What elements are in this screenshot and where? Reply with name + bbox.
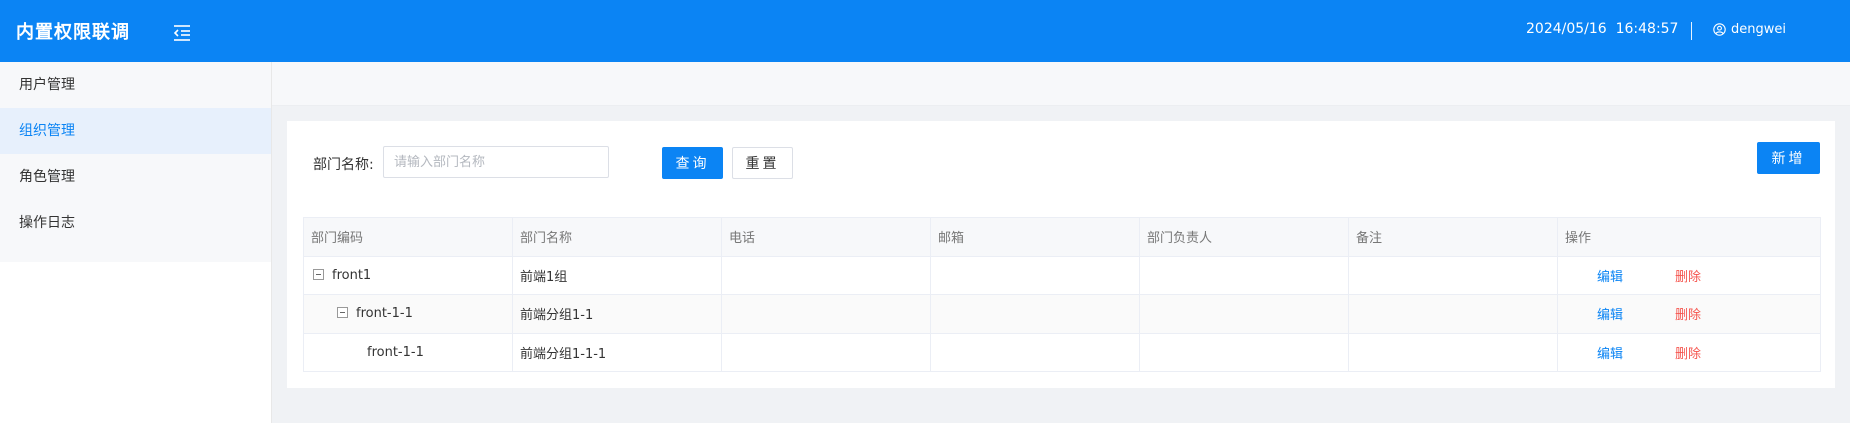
sidebar-item-org-management[interactable]: 组织管理 xyxy=(0,108,271,154)
tabs-bar xyxy=(272,62,1850,106)
table-header-row: 部门编码 部门名称 电话 邮箱 部门负责人 备注 操作 xyxy=(303,217,1821,257)
cell-leader xyxy=(1139,255,1349,295)
cell-code: front-1-1 xyxy=(303,294,513,334)
col-header-phone: 电话 xyxy=(721,217,931,257)
cell-email xyxy=(930,255,1140,295)
delete-link[interactable]: 删除 xyxy=(1675,347,1701,362)
username: dengwei xyxy=(1731,22,1786,37)
header-datetime: 2024/05/16 16:48:57 xyxy=(1526,21,1679,37)
user-icon xyxy=(1713,23,1726,36)
content-card: 部门名称: 查询 重置 新增 部门编码 部门名称 电话 邮箱 部门负责人 备注 … xyxy=(287,121,1835,388)
cell-remark xyxy=(1348,294,1558,334)
table-row: front-1-1 前端分组1-1 编辑 删除 xyxy=(303,294,1821,334)
col-header-name: 部门名称 xyxy=(512,217,722,257)
user-menu[interactable]: dengwei xyxy=(1713,22,1786,37)
col-header-leader: 部门负责人 xyxy=(1139,217,1349,257)
col-header-code: 部门编码 xyxy=(303,217,513,257)
col-header-actions: 操作 xyxy=(1557,217,1821,257)
cell-remark xyxy=(1348,332,1558,372)
cell-name: 前端分组1-1 xyxy=(512,294,722,334)
col-header-remark: 备注 xyxy=(1348,217,1558,257)
header-divider xyxy=(1691,22,1692,40)
delete-link[interactable]: 删除 xyxy=(1675,308,1701,323)
sidebar-item-operation-log[interactable]: 操作日志 xyxy=(0,200,271,246)
collapse-icon[interactable] xyxy=(337,307,348,319)
sidebar-item-user-management[interactable]: 用户管理 xyxy=(0,62,271,108)
dept-code: front-1-1 xyxy=(367,344,424,360)
add-button[interactable]: 新增 xyxy=(1757,142,1820,174)
sidebar-item-role-management[interactable]: 角色管理 xyxy=(0,154,271,200)
cell-leader xyxy=(1139,294,1349,334)
cell-remark xyxy=(1348,255,1558,295)
cell-name: 前端分组1-1-1 xyxy=(512,332,722,372)
dept-code: front1 xyxy=(332,267,372,283)
cell-email xyxy=(930,332,1140,372)
cell-actions: 编辑 删除 xyxy=(1557,255,1821,295)
cell-email xyxy=(930,294,1140,334)
col-header-email: 邮箱 xyxy=(930,217,1140,257)
edit-link[interactable]: 编辑 xyxy=(1597,270,1623,285)
menu-fold-icon[interactable] xyxy=(172,22,194,42)
cell-actions: 编辑 删除 xyxy=(1557,332,1821,372)
reset-button[interactable]: 重置 xyxy=(732,147,793,179)
dept-code: front-1-1 xyxy=(356,306,413,322)
sidebar-menu: 用户管理 组织管理 角色管理 操作日志 xyxy=(0,62,271,262)
top-header: 内置权限联调 2024/05/16 16:48:57 dengwei xyxy=(0,0,1850,62)
cell-phone xyxy=(721,255,931,295)
cell-code: front-1-1 xyxy=(303,332,513,372)
cell-phone xyxy=(721,294,931,334)
dept-table: 部门编码 部门名称 电话 邮箱 部门负责人 备注 操作 front1 前端1组 xyxy=(303,217,1821,372)
cell-phone xyxy=(721,332,931,372)
delete-link[interactable]: 删除 xyxy=(1675,270,1701,285)
cell-name: 前端1组 xyxy=(512,255,722,295)
table-row: front-1-1 前端分组1-1-1 编辑 删除 xyxy=(303,332,1821,372)
collapse-icon[interactable] xyxy=(313,268,324,280)
table-row: front1 前端1组 编辑 删除 xyxy=(303,255,1821,295)
dept-name-label: 部门名称: xyxy=(313,157,374,173)
app-title: 内置权限联调 xyxy=(16,22,130,43)
edit-link[interactable]: 编辑 xyxy=(1597,308,1623,323)
edit-link[interactable]: 编辑 xyxy=(1597,347,1623,362)
cell-leader xyxy=(1139,332,1349,372)
cell-code: front1 xyxy=(303,255,513,295)
query-button[interactable]: 查询 xyxy=(662,147,723,179)
dept-name-input[interactable] xyxy=(383,146,609,178)
sidebar: 用户管理 组织管理 角色管理 操作日志 xyxy=(0,62,272,423)
cell-actions: 编辑 删除 xyxy=(1557,294,1821,334)
